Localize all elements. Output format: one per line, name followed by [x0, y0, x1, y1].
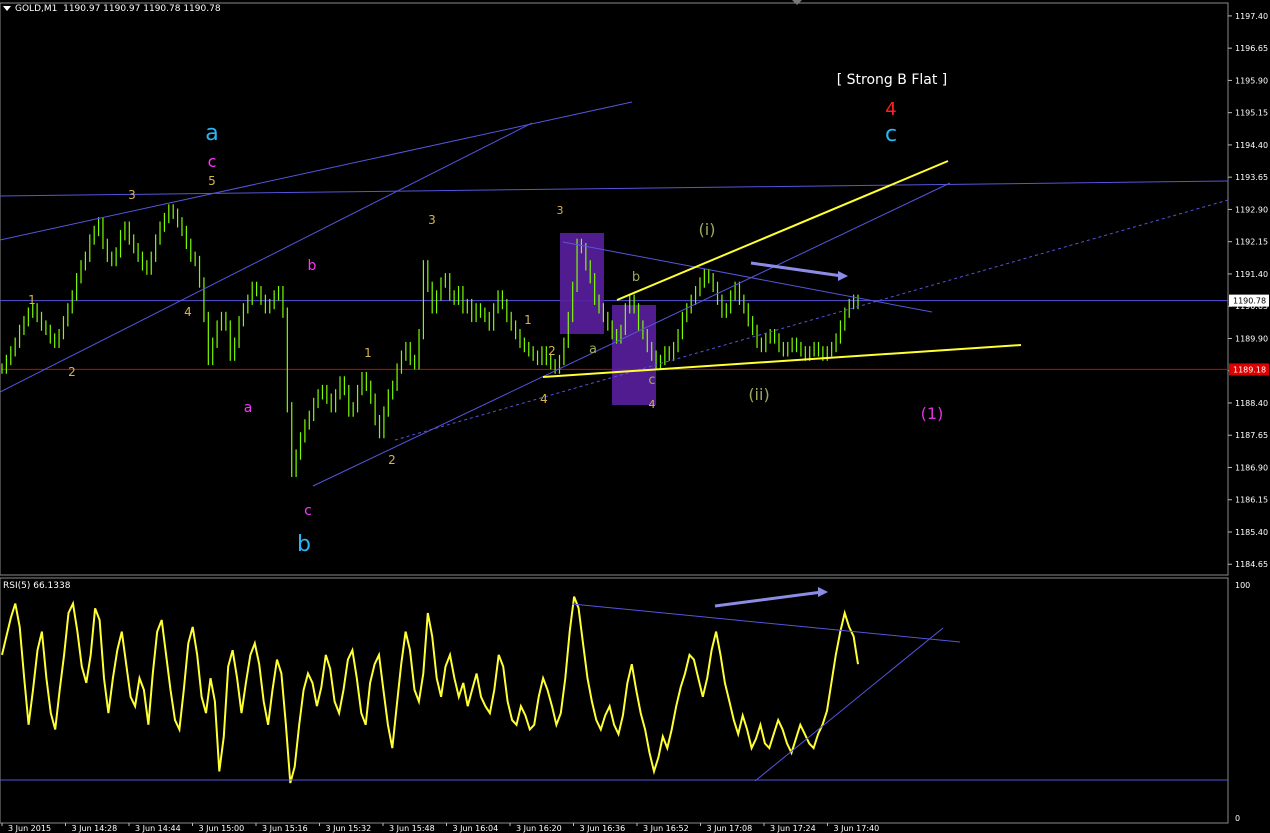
trendline-upper-left: [0, 101, 633, 241]
label-wave-4-left: 4: [184, 305, 192, 319]
arrow-main: [750, 261, 843, 278]
y-tick-label: 1192.90: [1235, 205, 1268, 214]
trendline-down-right: [562, 241, 933, 313]
rsi-tick-label: 0: [1235, 814, 1240, 823]
y-tick-label: 1189.90: [1235, 334, 1268, 343]
label-wave-1-mid: 1: [364, 346, 372, 360]
rsi-support-line: [754, 627, 944, 782]
x-tick-label: 3 Jun 15:48: [389, 824, 435, 833]
highlight-box-2: [612, 305, 656, 405]
rsi-tick-label: 100: [1235, 581, 1250, 590]
trendline-channel-right: [312, 182, 951, 487]
x-tick-label: 3 Jun 16:36: [580, 824, 626, 833]
x-tick-label: 3 Jun 15:00: [199, 824, 245, 833]
label-wave-i: (i): [699, 220, 716, 239]
label-wave-c-blue: c: [885, 122, 897, 147]
x-tick-label: 3 Jun 16:04: [453, 824, 499, 833]
trendline-dashed: [394, 199, 1229, 441]
rsi-plot-frame: [0, 577, 1229, 824]
y-tick-label: 1192.15: [1235, 238, 1268, 247]
label-wave-5: 5: [208, 174, 216, 188]
y-tick-label: 1195.90: [1235, 76, 1268, 85]
y-tick-label: 1191.40: [1235, 270, 1268, 279]
chart-window[interactable]: GOLD,M1 1190.97 1190.97 1190.78 1190.78 …: [0, 0, 1270, 833]
trendline-horizontal-top: [0, 180, 1229, 197]
label-wave-b-blue: b: [297, 532, 311, 557]
y-tick-label: 1188.40: [1235, 399, 1268, 408]
y-tick-label: 1195.15: [1235, 109, 1268, 118]
arrow-main-head: [838, 271, 848, 281]
main-plot-frame: [0, 2, 1229, 576]
x-tick-label: 3 Jun 14:44: [135, 824, 181, 833]
label-wave-4-mid: 4: [540, 392, 548, 406]
label-wave-4-right: 4: [649, 398, 656, 411]
label-wave-3-right: 3: [557, 204, 564, 217]
y-tick-label: 1194.40: [1235, 141, 1268, 150]
label-wave-3-left: 3: [128, 188, 136, 202]
x-tick-label: 3 Jun 2015: [8, 824, 51, 833]
y-tick-label: 1197.40: [1235, 12, 1268, 21]
yellow-upper-line: [616, 160, 949, 301]
label-wave-2-left: 2: [68, 365, 76, 379]
price-chart[interactable]: 1197.40 1196.65 1195.90 1195.15 1194.40 1193.…: [0, 0, 1270, 833]
rsi-line: [1, 596, 859, 784]
arrow-rsi: [714, 590, 823, 608]
x-tick-label: 3 Jun 16:20: [516, 824, 562, 833]
x-tick-label: 3 Jun 16:52: [643, 824, 689, 833]
label-wave-a-magenta: a: [244, 400, 253, 416]
x-tick-label: 3 Jun 14:28: [72, 824, 118, 833]
x-tick-label: 3 Jun 17:24: [770, 824, 816, 833]
x-tick-label: 3 Jun 17:08: [707, 824, 753, 833]
label-wave-3-mid: 3: [428, 213, 436, 227]
y-tick-label: 1184.65: [1235, 560, 1268, 569]
label-wave-4: 4: [885, 99, 896, 120]
label-wave-c-magenta-bottom: c: [304, 503, 312, 519]
y-tick-label: 1186.90: [1235, 463, 1268, 472]
x-tick-label: 3 Jun 15:16: [262, 824, 308, 833]
label-wave-c-small: c: [648, 373, 655, 388]
label-wave-2-mid: 2: [388, 453, 396, 467]
support-price-label: 1189.18: [1233, 365, 1266, 374]
label-wave-1-paren: (1): [921, 404, 944, 423]
label-wave-a-blue: a: [205, 121, 218, 146]
label-wave-1-right: 1: [524, 313, 532, 327]
trendline-channel-left: [0, 122, 533, 393]
label-wave-1-left: 1: [28, 293, 36, 307]
x-tick-label: 3 Jun 17:40: [834, 824, 880, 833]
label-wave-c-magenta-top: c: [208, 152, 217, 171]
arrow-rsi-head: [818, 587, 828, 597]
y-tick-label: 1187.65: [1235, 431, 1268, 440]
y-tick-label: 1186.15: [1235, 496, 1268, 505]
label-wave-a-small: a: [589, 342, 597, 357]
label-wave-b-magenta: b: [308, 258, 317, 274]
x-tick-label: 3 Jun 15:32: [326, 824, 372, 833]
current-price-label: 1190.78: [1233, 297, 1266, 306]
rsi-resistance-line: [571, 603, 961, 643]
label-wave-ii: (ii): [748, 385, 769, 404]
label-wave-2-right: 2: [548, 344, 556, 358]
label-wave-b-small: b: [632, 270, 640, 285]
y-tick-label: 1193.65: [1235, 173, 1268, 182]
y-tick-label: 1196.65: [1235, 44, 1268, 53]
label-strong-b-flat: [ Strong B Flat ]: [837, 72, 948, 88]
y-tick-label: 1185.40: [1235, 528, 1268, 537]
